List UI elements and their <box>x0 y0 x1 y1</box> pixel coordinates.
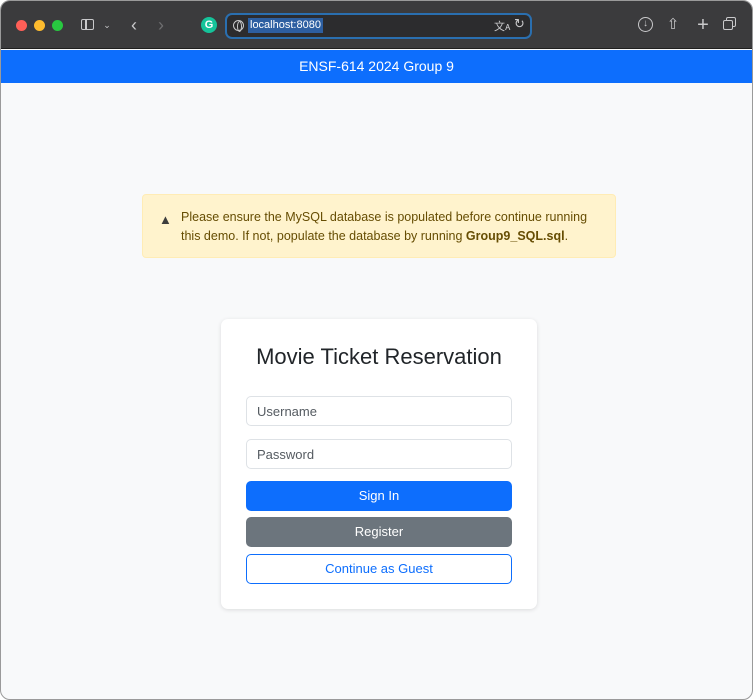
alert-message: Please ensure the MySQL database is popu… <box>181 208 606 246</box>
close-window-button[interactable] <box>16 20 27 31</box>
chevron-down-icon[interactable]: ⌄ <box>101 15 113 35</box>
password-input[interactable] <box>246 439 512 469</box>
grammarly-icon[interactable]: G <box>201 17 217 33</box>
url-text[interactable]: localhost:8080 <box>248 18 323 33</box>
browser-toolbar: ⌄ ‹ › G localhost:8080 文ᴀ ↻ ↓ ⇧ + <box>1 1 752 49</box>
sidebar-icon[interactable] <box>81 15 97 35</box>
login-card: Movie Ticket Reservation Sign In Registe… <box>221 319 537 609</box>
reload-icon[interactable]: ↻ <box>514 16 525 32</box>
tab-overview-icon[interactable] <box>723 15 739 35</box>
alert-filename: Group9_SQL.sql <box>465 229 565 243</box>
minimize-window-button[interactable] <box>34 20 45 31</box>
share-icon[interactable]: ⇧ <box>665 15 681 35</box>
alert-text-end: . <box>564 229 569 243</box>
database-warning-alert: ▲ Please ensure the MySQL database is po… <box>142 194 616 258</box>
login-title: Movie Ticket Reservation <box>256 344 502 369</box>
new-tab-icon[interactable]: + <box>695 15 711 35</box>
sign-in-button[interactable]: Sign In <box>246 481 512 511</box>
browser-window: ⌄ ‹ › G localhost:8080 文ᴀ ↻ ↓ ⇧ + ENSF-6… <box>0 0 753 700</box>
address-bar[interactable]: localhost:8080 文ᴀ ↻ <box>225 13 532 39</box>
maximize-window-button[interactable] <box>52 20 63 31</box>
page-title: ENSF-614 2024 Group 9 <box>299 58 454 74</box>
page-header: ENSF-614 2024 Group 9 <box>1 50 752 83</box>
translate-icon[interactable]: 文ᴀ <box>494 18 510 34</box>
back-icon[interactable]: ‹ <box>126 15 142 35</box>
download-icon[interactable]: ↓ <box>638 17 653 32</box>
forward-icon[interactable]: › <box>153 15 169 35</box>
username-input[interactable] <box>246 396 512 426</box>
warning-icon: ▲ <box>159 212 172 227</box>
register-button[interactable]: Register <box>246 517 512 547</box>
globe-icon <box>233 20 244 32</box>
continue-as-guest-button[interactable]: Continue as Guest <box>246 554 512 584</box>
